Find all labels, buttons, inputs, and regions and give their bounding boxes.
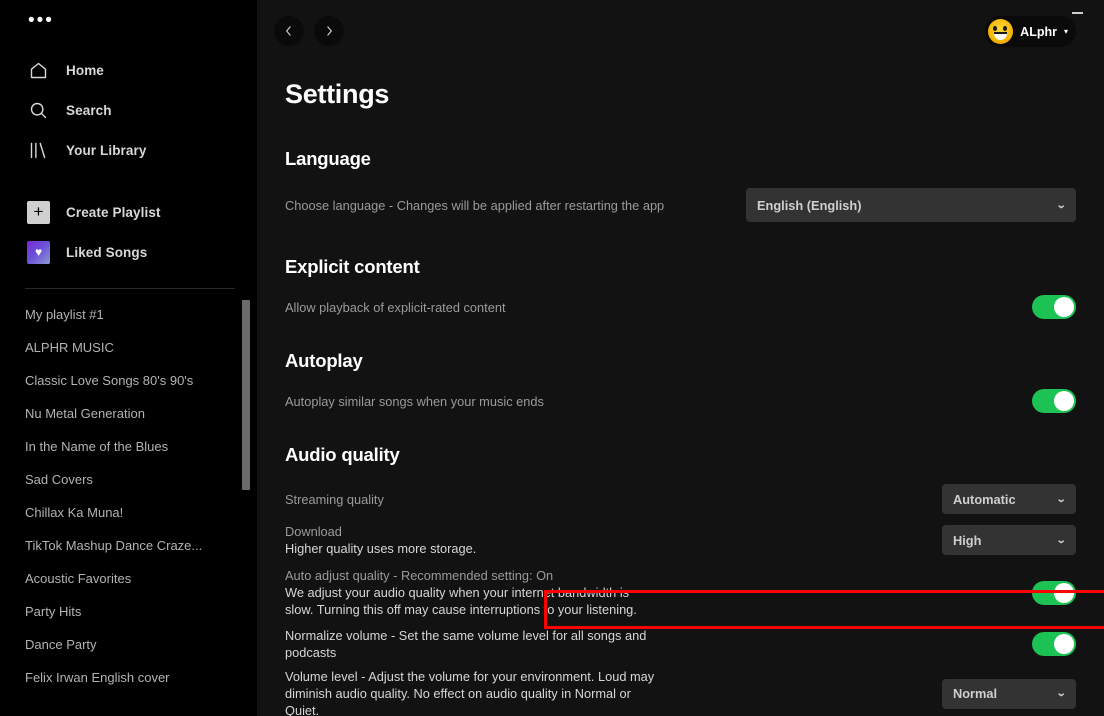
topbar: ALphr ▾: [257, 0, 1104, 62]
list-item[interactable]: Classic Love Songs 80's 90's: [25, 364, 257, 397]
chevron-down-icon: ⌄: [1055, 199, 1067, 211]
plus-icon: +: [27, 200, 50, 224]
normalize-volume-label-line2: podcasts: [285, 645, 337, 660]
row-choose-language: Choose language - Changes will be applie…: [271, 182, 1076, 228]
list-item[interactable]: Acoustic Favorites: [25, 562, 257, 595]
sidebar-divider: [25, 288, 235, 289]
library-icon: [27, 139, 50, 162]
row-auto-adjust-quality: Auto adjust quality - Recommended settin…: [271, 567, 1076, 618]
download-label: Download: [285, 524, 342, 539]
row-download-quality: Download Higher quality uses more storag…: [271, 523, 1076, 557]
sidebar-item-search[interactable]: Search: [0, 90, 257, 130]
volume-level-line2: diminish audio quality. No effect on aud…: [285, 686, 631, 701]
section-title-explicit-content: Explicit content: [285, 256, 420, 277]
sidebar-item-label: Search: [66, 102, 112, 118]
main-content: ALphr ▾ Settings Language Choose languag…: [257, 0, 1104, 716]
list-item[interactable]: Dance Party: [25, 628, 257, 661]
list-item[interactable]: In the Name of the Blues: [25, 430, 257, 463]
list-item[interactable]: TikTok Mashup Dance Craze...: [25, 529, 257, 562]
list-item[interactable]: Party Hits: [25, 595, 257, 628]
sidebar-nav-secondary: + Create Playlist ♥ Liked Songs: [0, 192, 257, 272]
liked-songs-label: Liked Songs: [66, 244, 148, 260]
download-sublabel: Higher quality uses more storage.: [285, 541, 477, 556]
user-name-label: ALphr: [1020, 24, 1057, 39]
sidebar-item-home[interactable]: Home: [0, 50, 257, 90]
section-title-language: Language: [285, 148, 371, 169]
avatar: [988, 19, 1014, 44]
language-dropdown[interactable]: English (English) ⌄: [746, 188, 1076, 222]
autoplay-label: Autoplay similar songs when your music e…: [285, 393, 544, 409]
auto-adjust-quality-label: Auto adjust quality - Recommended settin…: [285, 568, 554, 583]
spotify-settings-window: ••• Home Search Your Library + Create Pl…: [0, 0, 1104, 716]
chevron-down-icon: ▾: [1063, 26, 1068, 36]
normalize-volume-label-line1: Normalize volume - Set the same volume l…: [285, 628, 647, 643]
auto-adjust-quality-toggle[interactable]: [1032, 580, 1076, 605]
create-playlist-button[interactable]: + Create Playlist: [0, 192, 257, 232]
sidebar-item-label: Your Library: [66, 142, 147, 158]
minimize-button[interactable]: [1064, 2, 1090, 24]
download-quality-value: High: [953, 532, 982, 548]
forward-button[interactable]: [314, 16, 344, 46]
streaming-quality-dropdown[interactable]: Automatic ⌄: [942, 484, 1076, 514]
create-playlist-label: Create Playlist: [66, 204, 161, 220]
streaming-quality-value: Automatic: [953, 491, 1016, 507]
list-item[interactable]: Nu Metal Generation: [25, 397, 257, 430]
sidebar-scrollbar[interactable]: [242, 300, 250, 490]
sidebar: ••• Home Search Your Library + Create Pl…: [0, 0, 257, 716]
list-item[interactable]: Felix Irwan English cover: [25, 661, 257, 694]
chevron-left-icon: [282, 24, 296, 38]
download-quality-dropdown[interactable]: High ⌄: [942, 525, 1076, 555]
volume-level-line3: Quiet.: [285, 703, 320, 716]
choose-language-label: Choose language - Changes will be applie…: [285, 197, 665, 213]
section-title-audio-quality: Audio quality: [285, 444, 400, 465]
language-dropdown-value: English (English): [757, 197, 862, 213]
chevron-down-icon: ⌄: [1055, 493, 1067, 505]
user-menu-button[interactable]: ALphr ▾: [985, 16, 1076, 47]
volume-level-value: Normal: [953, 686, 998, 701]
row-streaming-quality: Streaming quality Automatic ⌄: [271, 482, 1076, 516]
list-item[interactable]: Sad Covers: [25, 463, 257, 496]
chevron-right-icon: [322, 24, 336, 38]
more-horizontal-icon[interactable]: •••: [28, 11, 257, 36]
heart-icon: ♥: [27, 240, 50, 264]
auto-adjust-quality-desc-line2: slow. Turning this off may cause interru…: [285, 602, 637, 617]
sidebar-item-your-library[interactable]: Your Library: [0, 130, 257, 170]
playlist-list: My playlist #1 ALPHR MUSIC Classic Love …: [0, 298, 257, 716]
list-item[interactable]: Chillax Ka Muna!: [25, 496, 257, 529]
normalize-volume-toggle[interactable]: [1032, 632, 1076, 656]
autoplay-toggle[interactable]: [1032, 389, 1076, 413]
back-button[interactable]: [274, 16, 304, 46]
streaming-quality-label: Streaming quality: [285, 491, 384, 507]
sidebar-item-label: Home: [66, 62, 104, 78]
chevron-down-icon: ⌄: [1055, 534, 1067, 546]
sidebar-nav-main: Home Search Your Library: [0, 50, 257, 170]
liked-songs-button[interactable]: ♥ Liked Songs: [0, 232, 257, 272]
page-title: Settings: [285, 79, 390, 109]
explicit-content-toggle[interactable]: [1032, 295, 1076, 319]
volume-level-line1: Volume level - Adjust the volume for you…: [285, 669, 655, 684]
settings-panel: Settings Language Choose language - Chan…: [257, 79, 1104, 716]
row-volume-level: Volume level - Adjust the volume for you…: [271, 668, 1076, 716]
explicit-content-label: Allow playback of explicit-rated content: [285, 299, 506, 315]
section-title-autoplay: Autoplay: [285, 350, 363, 371]
list-item[interactable]: ALPHR MUSIC: [25, 331, 257, 364]
minimize-icon: [1071, 12, 1083, 14]
row-normalize-volume: Normalize volume - Set the same volume l…: [271, 627, 1076, 661]
auto-adjust-quality-desc-line1: We adjust your audio quality when your i…: [285, 585, 630, 600]
chevron-down-icon: ⌄: [1055, 688, 1067, 699]
home-icon: [27, 59, 50, 82]
list-item[interactable]: My playlist #1: [25, 298, 257, 331]
row-autoplay: Autoplay similar songs when your music e…: [271, 386, 1076, 416]
search-icon: [27, 99, 50, 122]
row-explicit-content: Allow playback of explicit-rated content: [271, 292, 1076, 322]
volume-level-dropdown[interactable]: Normal ⌄: [942, 678, 1076, 709]
